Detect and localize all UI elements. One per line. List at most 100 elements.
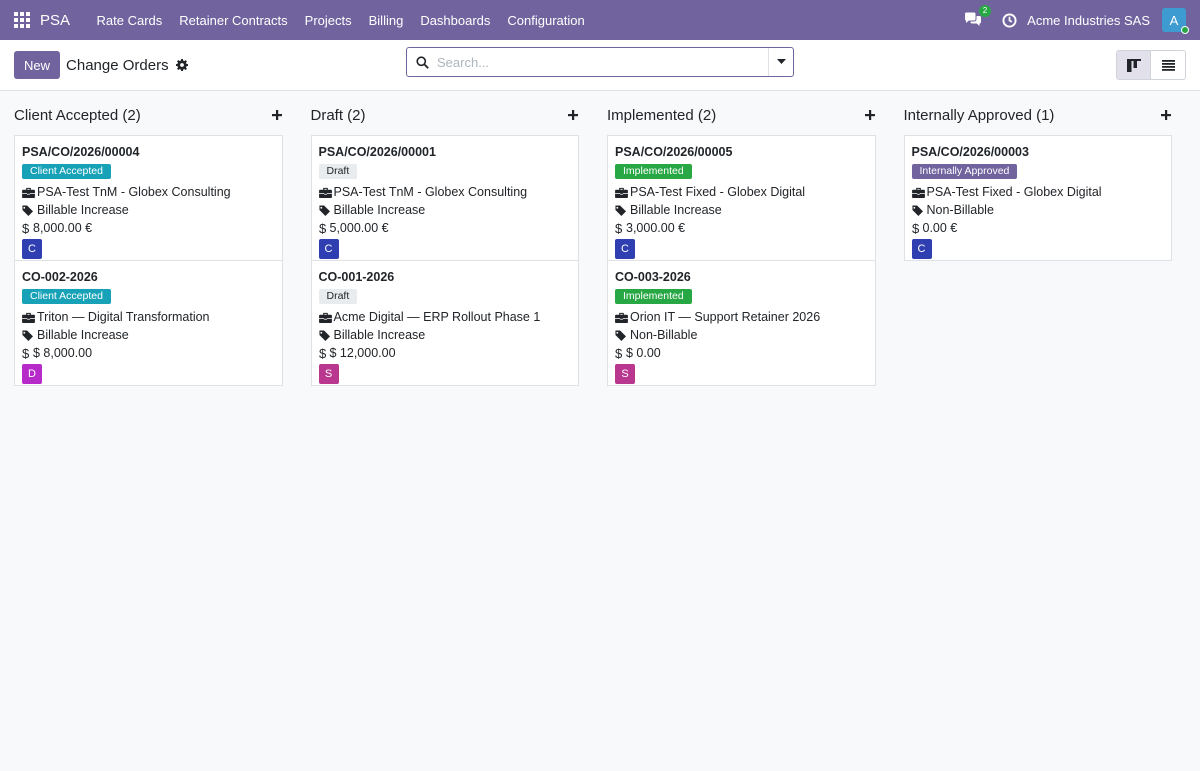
assignee-avatar[interactable]: C [911,239,932,259]
column-title[interactable]: Internally Approved (1) [904,107,1055,124]
briefcase-icon [615,312,629,323]
menu-item-projects[interactable]: Projects [296,13,360,28]
menu-item-retainer-contracts[interactable]: Retainer Contracts [171,13,296,28]
amount-value: 0.00 € [922,221,958,235]
avatar-initial: A [1169,12,1179,28]
card-billing-type: Billable Increase [615,201,868,219]
menu-item-dashboards[interactable]: Dashboards [412,13,499,28]
column-title[interactable]: Client Accepted (2) [14,107,141,124]
add-card-button[interactable] [568,110,579,120]
column-header: Implemented (2) [607,91,876,135]
page-title: Change Orders [66,56,169,74]
tag-icon [615,330,629,341]
main-menu: Rate Cards Retainer Contracts Projects B… [88,13,593,28]
amount-value: 8,000.00 € [33,221,93,235]
apps-grid-icon[interactable] [14,12,30,28]
tag-icon [319,330,333,341]
assignee-avatar[interactable]: S [318,364,339,384]
column-title[interactable]: Implemented (2) [607,107,716,124]
column-header: Draft (2) [311,91,580,135]
project-name: Orion IT — Support Retainer 2026 [630,310,821,324]
messages-button[interactable]: 2 [964,5,992,28]
plus-icon [1161,110,1171,120]
card-project: Acme Digital — ERP Rollout Phase 1 [319,308,572,326]
chat-count-badge: 2 [978,5,992,17]
amount-value: $ 0.00 [626,346,661,360]
tag-icon [319,205,333,216]
project-name: PSA-Test Fixed - Globex Digital [630,185,806,199]
dollar-icon [22,347,32,360]
plus-icon [272,110,282,120]
card-amount: 8,000.00 € [22,219,275,237]
billing-type: Non-Billable [926,203,994,217]
briefcase-icon [319,187,333,198]
list-icon [1161,59,1175,71]
card-project: PSA-Test Fixed - Globex Digital [615,183,868,201]
status-badge: Internally Approved [911,164,1018,179]
new-button[interactable]: New [14,51,61,79]
add-card-button[interactable] [272,110,283,120]
search-input[interactable] [437,54,768,70]
menu-item-configuration[interactable]: Configuration [499,13,593,28]
assignee-avatar[interactable]: C [318,239,339,259]
status-badge: Draft [318,289,358,304]
dollar-icon [912,222,922,235]
billing-type: Billable Increase [630,203,722,217]
kanban-view-button[interactable] [1117,51,1151,79]
card-billing-type: Billable Increase [22,201,275,219]
kanban-column: Internally Approved (1) PSA/CO/2026/0000… [903,91,1172,386]
column-title[interactable]: Draft (2) [311,107,366,124]
kanban-card[interactable]: CO-002-2026 Client Accepted Triton — Dig… [15,261,282,385]
card-project: PSA-Test Fixed - Globex Digital [912,183,1165,201]
caret-down-icon [776,59,786,64]
assignee-avatar[interactable]: D [22,364,42,384]
search-options-toggle[interactable] [768,48,793,76]
menu-item-rate-cards[interactable]: Rate Cards [88,13,171,28]
status-badge: Implemented [615,164,692,179]
card-reference: PSA/CO/2026/00001 [318,145,436,159]
card-list: PSA/CO/2026/00003 Internally Approved PS… [903,135,1172,261]
kanban-card[interactable]: CO-003-2026 Implemented Orion IT — Suppo… [608,261,875,385]
kanban-card[interactable]: PSA/CO/2026/00005 Implemented PSA-Test F… [608,136,875,261]
online-status-dot [1181,26,1189,34]
card-reference: CO-001-2026 [318,270,395,284]
dollar-icon [22,222,32,235]
kanban-column: Implemented (2) PSA/CO/2026/00005 Implem… [607,91,876,386]
card-billing-type: Non-Billable [615,326,868,344]
card-amount: 3,000.00 € [615,219,868,237]
kanban-card[interactable]: PSA/CO/2026/00004 Client Accepted PSA-Te… [15,136,282,261]
assignee-avatar[interactable]: C [615,239,635,259]
kanban-board: Client Accepted (2) PSA/CO/2026/00004 Cl… [0,91,1200,386]
kanban-card[interactable]: PSA/CO/2026/00001 Draft PSA-Test TnM - G… [311,136,578,261]
dollar-icon [319,347,329,360]
card-project: Orion IT — Support Retainer 2026 [615,308,868,326]
menu-item-billing[interactable]: Billing [360,13,412,28]
dollar-icon [615,222,625,235]
status-badge: Client Accepted [22,164,111,179]
billing-type: Billable Increase [333,203,426,217]
list-view-button[interactable] [1151,51,1185,79]
add-card-button[interactable] [865,110,876,120]
control-panel: New Change Orders [0,40,1200,91]
kanban-card[interactable]: PSA/CO/2026/00003 Internally Approved PS… [905,136,1172,260]
project-name: Acme Digital — ERP Rollout Phase 1 [333,310,541,324]
company-switcher[interactable]: Acme Industries SAS [1027,13,1150,28]
kanban-card[interactable]: CO-001-2026 Draft Acme Digital — ERP Rol… [312,261,579,385]
add-card-button[interactable] [1161,110,1172,120]
briefcase-icon [912,187,926,198]
tag-icon [22,330,36,341]
project-name: PSA-Test TnM - Globex Consulting [37,185,231,199]
card-billing-type: Billable Increase [319,201,572,219]
assignee-avatar[interactable]: S [615,364,635,384]
assignee-avatar[interactable]: C [22,239,42,259]
dollar-icon [319,222,329,235]
card-amount: $ 12,000.00 [319,344,572,362]
card-amount: $ 0.00 [615,344,868,362]
card-reference: PSA/CO/2026/00005 [615,145,733,159]
kanban-column: Draft (2) PSA/CO/2026/00001 Draft PSA-Te… [310,91,580,386]
gear-icon[interactable] [175,59,188,71]
user-avatar[interactable]: A [1162,8,1189,34]
card-list: PSA/CO/2026/00005 Implemented PSA-Test F… [607,135,876,386]
activity-clock-icon[interactable] [1002,12,1017,28]
app-brand[interactable]: PSA [40,12,70,29]
